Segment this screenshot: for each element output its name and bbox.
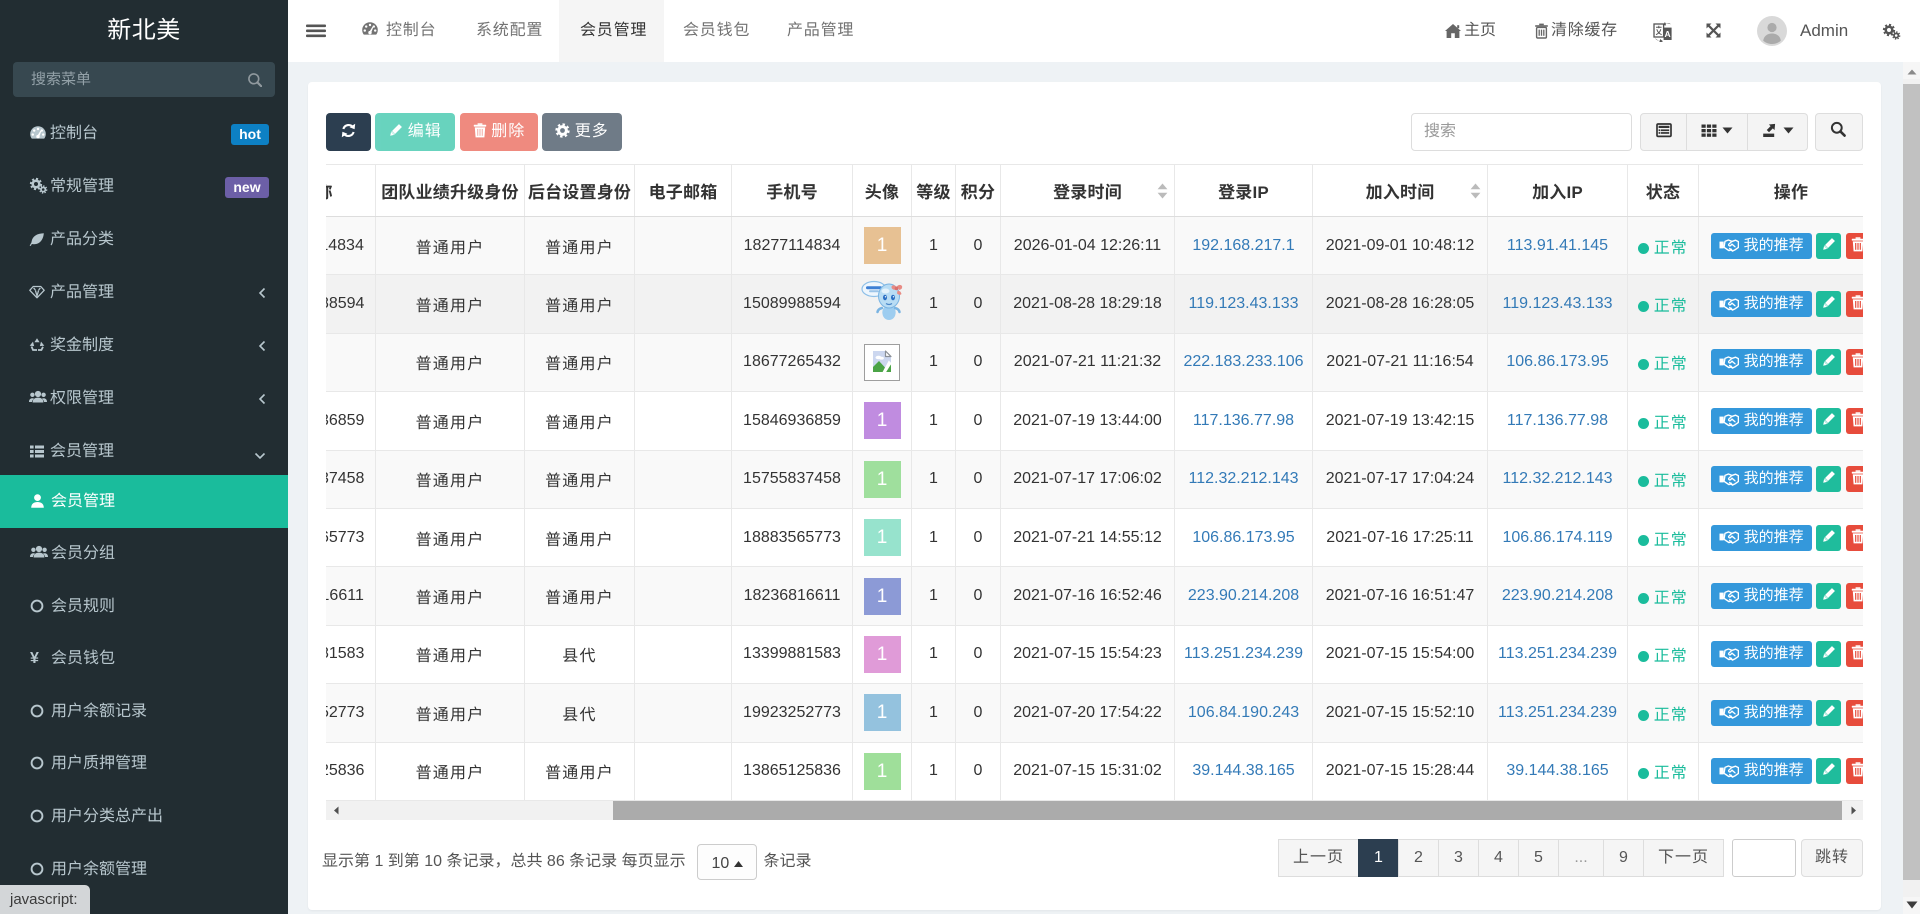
svg-text:A: A	[1665, 29, 1671, 39]
